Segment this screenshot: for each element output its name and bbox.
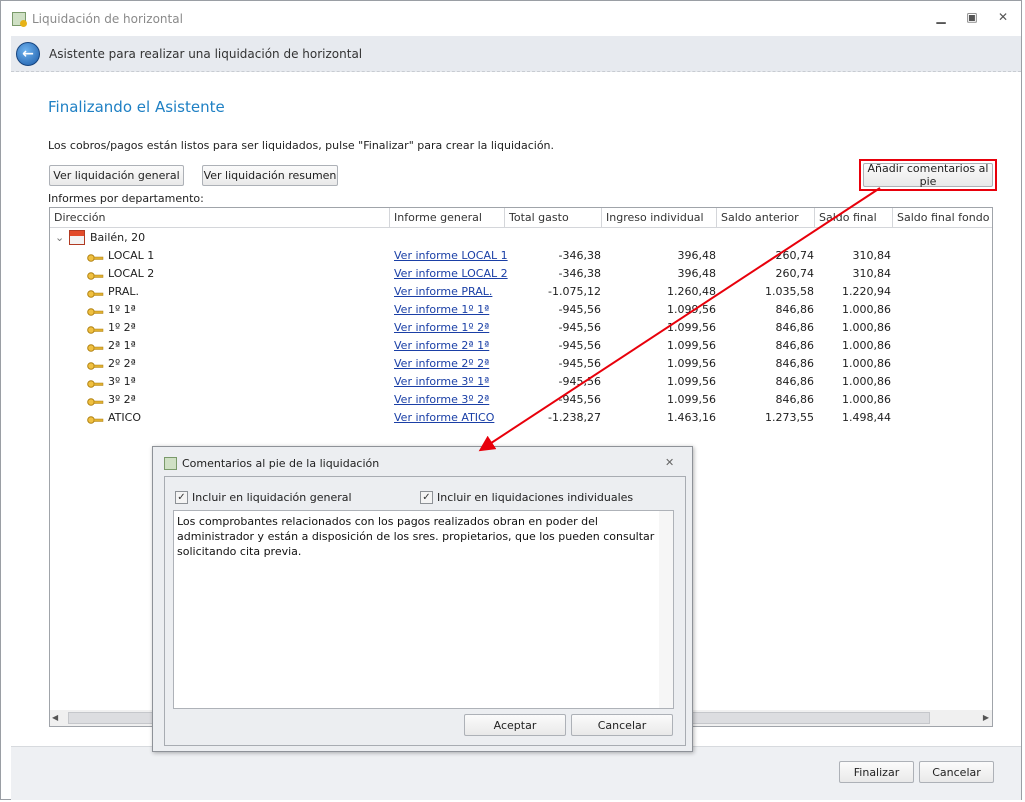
- annotation-arrow: [478, 187, 881, 452]
